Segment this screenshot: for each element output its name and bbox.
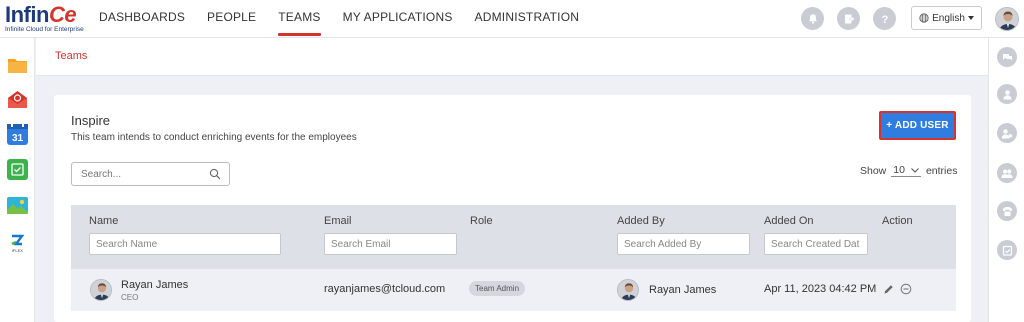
app-sidebar: 31 iFLEX	[0, 38, 35, 322]
user-settings-button[interactable]	[997, 123, 1017, 143]
search-box	[71, 162, 230, 186]
added-on: Apr 11, 2023 04:42 PM	[764, 283, 877, 295]
main-nav: DASHBOARDS PEOPLE TEAMS MY APPLICATIONS …	[99, 10, 601, 36]
calendar-app-icon[interactable]: 31	[7, 123, 28, 145]
logo-tagline: Infinite Cloud for Enterprise	[5, 26, 84, 33]
mail-app-icon[interactable]	[7, 89, 28, 110]
nav-teams[interactable]: TEAMS	[278, 10, 321, 36]
help-button[interactable]: ?	[873, 7, 896, 30]
nav-administration[interactable]: ADMINISTRATION	[475, 10, 580, 28]
filter-email-input[interactable]	[325, 234, 456, 255]
phone-button[interactable]	[997, 201, 1017, 221]
tasks-button[interactable]	[997, 240, 1017, 260]
filter-added-by-input[interactable]	[618, 234, 749, 255]
filter-added-on-input[interactable]	[765, 234, 867, 255]
col-action: Action	[882, 215, 913, 227]
files-app-icon[interactable]	[7, 55, 28, 76]
svg-text:iFLEX: iFLEX	[12, 248, 23, 253]
added-by-name: Rayan James	[649, 284, 717, 296]
breadcrumb-teams[interactable]: Teams	[55, 50, 87, 62]
logo-text: Infin	[5, 2, 49, 27]
col-name[interactable]: Name	[89, 215, 118, 227]
team-card: Inspire This team intends to conduct enr…	[54, 95, 971, 322]
group-button[interactable]	[997, 163, 1017, 183]
added-by-avatar	[617, 279, 639, 301]
phone-icon	[1002, 206, 1012, 216]
chat-icon	[1002, 53, 1012, 60]
tasks-icon	[1002, 245, 1012, 256]
col-added-by[interactable]: Added By	[617, 215, 665, 227]
user-avatar[interactable]	[995, 7, 1019, 31]
globe-icon	[919, 13, 929, 23]
language-select[interactable]: English	[911, 6, 982, 30]
role-badge: Team Admin	[469, 281, 526, 296]
add-user-button[interactable]: + ADD USER	[879, 111, 956, 140]
entries-suffix: entries	[925, 164, 958, 177]
remove-icon[interactable]	[900, 283, 912, 295]
table-row: Rayan James CEO rayanjames@tcloud.com Te…	[71, 269, 956, 311]
chat-button[interactable]	[997, 47, 1017, 67]
notifications-button[interactable]	[801, 7, 824, 30]
nav-people[interactable]: PEOPLE	[207, 10, 256, 28]
member-name[interactable]: Rayan James	[121, 279, 188, 291]
edit-icon[interactable]	[883, 284, 894, 295]
profile-button[interactable]	[997, 84, 1017, 104]
group-icon	[1001, 169, 1013, 178]
chevron-down-icon	[911, 167, 919, 173]
export-button[interactable]	[837, 7, 860, 30]
filter-name	[89, 233, 281, 255]
iflex-app-icon[interactable]: iFLEX	[7, 232, 28, 253]
entries-select[interactable]: 10	[891, 164, 921, 177]
top-bar: InfinCe Infinite Cloud for Enterprise DA…	[0, 0, 1024, 38]
svg-text:?: ?	[881, 14, 888, 25]
export-icon	[844, 14, 854, 23]
infince-logo[interactable]: InfinCe Infinite Cloud for Enterprise	[5, 4, 89, 34]
col-added-on[interactable]: Added On	[764, 215, 814, 227]
sheets-app-icon[interactable]	[7, 159, 28, 180]
filter-added-on	[764, 233, 868, 255]
show-label: Show	[860, 164, 887, 177]
breadcrumb: Teams	[36, 38, 988, 76]
user-settings-icon	[1001, 128, 1013, 138]
right-sidebar	[988, 38, 1024, 322]
help-icon: ?	[881, 14, 888, 25]
search-input[interactable]	[81, 167, 201, 181]
gallery-app-icon[interactable]	[7, 195, 28, 216]
bell-icon	[808, 13, 817, 24]
search-icon	[209, 168, 221, 180]
team-description: This team intends to conduct enriching e…	[71, 132, 357, 143]
member-email: rayanjames@tcloud.com	[324, 283, 446, 295]
col-role[interactable]: Role	[470, 215, 493, 227]
nav-dashboards[interactable]: DASHBOARDS	[99, 10, 185, 28]
team-name: Inspire	[71, 113, 111, 128]
entries-control: Show 10 entries	[860, 164, 957, 177]
logo-accent-text: Ce	[48, 2, 77, 27]
entries-value: 10	[893, 164, 905, 176]
member-title: CEO	[121, 293, 139, 302]
caret-down-icon	[967, 16, 974, 20]
calendar-day: 31	[12, 133, 24, 144]
filter-added-by	[617, 233, 750, 255]
person-icon	[1003, 89, 1011, 99]
nav-my-applications[interactable]: MY APPLICATIONS	[343, 10, 453, 28]
col-email[interactable]: Email	[324, 215, 352, 227]
member-avatar	[90, 279, 112, 301]
language-label: English	[932, 12, 965, 24]
filter-email	[324, 233, 457, 255]
filter-name-input[interactable]	[90, 234, 280, 255]
table-header: Name Email Role Added By Added On Action	[71, 205, 956, 269]
